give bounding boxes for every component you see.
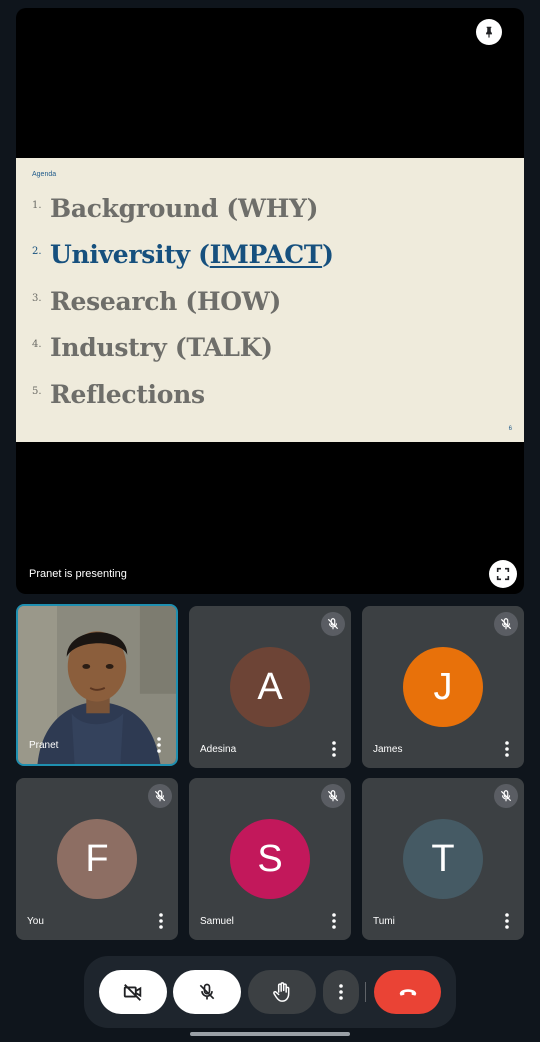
slide-page-number: 6: [508, 426, 512, 432]
agenda-item-number: 4.: [32, 339, 42, 351]
agenda-item-text: Background (WHY): [50, 194, 319, 223]
participant-name: Samuel: [200, 916, 234, 927]
agenda-item: 3. Research (HOW): [32, 287, 334, 333]
participant-more-button[interactable]: [327, 739, 341, 759]
muted-indicator: [494, 612, 518, 636]
more-vert-icon: [332, 741, 336, 757]
avatar: S: [230, 819, 310, 899]
agenda-item-text-suffix: ): [322, 240, 334, 270]
agenda-item-text-prefix: University (: [50, 240, 210, 270]
agenda-item-text: Reflections: [50, 379, 205, 409]
mic-toggle-button[interactable]: [173, 970, 241, 1014]
participant-more-button[interactable]: [500, 911, 514, 931]
muted-indicator: [321, 612, 345, 636]
home-indicator[interactable]: [190, 1032, 350, 1036]
fullscreen-button[interactable]: [489, 560, 517, 588]
participant-more-button[interactable]: [500, 739, 514, 759]
slide-heading: Agenda: [32, 171, 57, 178]
more-vert-icon: [157, 737, 161, 753]
agenda-item-text: Research (HOW): [50, 286, 282, 316]
fullscreen-icon: [496, 567, 510, 581]
participant-tile-adesina[interactable]: A Adesina: [189, 606, 351, 768]
participant-name: Pranet: [29, 740, 59, 751]
pin-icon: [486, 26, 492, 38]
presentation-stage: Agenda 1. Background (WHY) 2. University…: [16, 8, 524, 594]
mic-off-icon: [327, 790, 339, 802]
muted-indicator: [321, 784, 345, 808]
more-vert-icon: [332, 913, 336, 929]
agenda-item-active: 2. University (IMPACT): [32, 240, 334, 286]
participant-name: Tumi: [373, 916, 395, 927]
participant-tile-you[interactable]: F You: [16, 778, 178, 940]
agenda-item: 4. Industry (TALK): [32, 333, 334, 379]
muted-indicator: [494, 784, 518, 808]
agenda-item: 1. Background (WHY): [32, 194, 334, 240]
participant-more-button[interactable]: [327, 911, 341, 931]
camera-toggle-button[interactable]: [99, 970, 167, 1014]
participant-tile-james[interactable]: J James: [362, 606, 524, 768]
more-vert-icon: [339, 984, 343, 1000]
participant-more-button[interactable]: [154, 911, 168, 931]
control-divider: [365, 982, 366, 1002]
camera-off-icon: [123, 984, 142, 1001]
mic-off-icon: [199, 983, 215, 1000]
more-options-button[interactable]: [323, 970, 359, 1014]
agenda-item-number: 2.: [32, 246, 42, 258]
agenda-item-text: Industry (TALK): [50, 333, 273, 363]
avatar: F: [57, 819, 137, 899]
agenda-item-text: University (IMPACT): [50, 240, 334, 270]
call-control-bar: [84, 956, 456, 1028]
participant-name: Adesina: [200, 744, 237, 755]
muted-indicator: [148, 784, 172, 808]
participant-name: James: [373, 744, 403, 755]
agenda-item-link: IMPACT: [209, 240, 323, 270]
mic-off-icon: [327, 618, 339, 630]
shared-slide: Agenda 1. Background (WHY) 2. University…: [16, 158, 524, 442]
participant-name: You: [27, 916, 44, 927]
mic-off-icon: [500, 618, 512, 630]
avatar: J: [403, 647, 483, 727]
presenting-label: Pranet is presenting: [29, 568, 127, 580]
avatar: T: [403, 819, 483, 899]
avatar: A: [230, 647, 310, 727]
participant-tile-pranet[interactable]: Pranet: [16, 604, 178, 766]
raise-hand-icon: [273, 982, 290, 1002]
pin-button[interactable]: [476, 19, 502, 45]
more-vert-icon: [505, 913, 509, 929]
participant-tile-tumi[interactable]: T Tumi: [362, 778, 524, 940]
agenda-item-number: 5.: [32, 385, 42, 397]
more-vert-icon: [159, 913, 163, 929]
participant-tile-samuel[interactable]: S Samuel: [189, 778, 351, 940]
participant-more-button[interactable]: [152, 735, 166, 755]
end-call-icon: [399, 989, 416, 996]
agenda-item-number: 3.: [32, 292, 42, 304]
more-vert-icon: [505, 741, 509, 757]
agenda-item-number: 1.: [32, 200, 42, 211]
raise-hand-button[interactable]: [248, 970, 316, 1014]
mic-off-icon: [154, 790, 166, 802]
agenda-list: 1. Background (WHY) 2. University (IMPAC…: [32, 194, 334, 426]
end-call-button[interactable]: [374, 970, 441, 1014]
agenda-item: 5. Reflections: [32, 380, 334, 426]
mic-off-icon: [500, 790, 512, 802]
